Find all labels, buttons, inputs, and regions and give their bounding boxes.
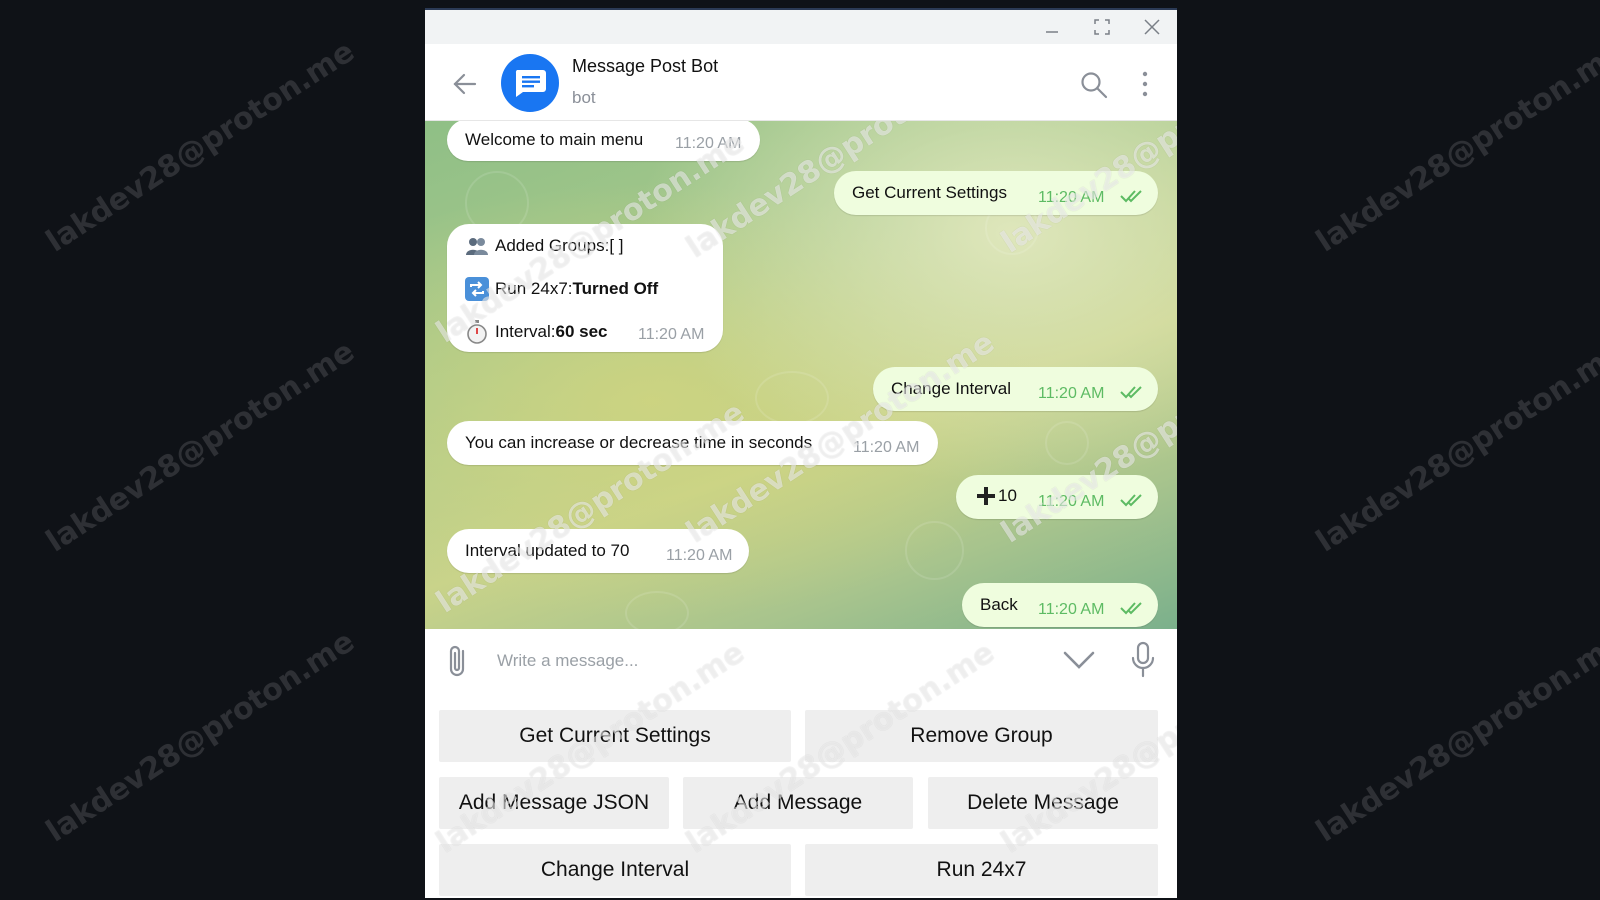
watermark-text: lakdev28@proton.me [1310, 34, 1600, 260]
settings-message[interactable]: Added Groups: [ ] Run 24x7: Turned Off I… [447, 224, 723, 352]
message-bubble-icon [515, 70, 546, 97]
interval-label: Interval: [495, 322, 556, 341]
read-double-check-icon [1120, 190, 1142, 203]
chevron-down-icon[interactable] [1062, 647, 1096, 673]
message-time: 11:20 AM [1038, 189, 1105, 206]
interval-row: Interval: 60 sec [465, 320, 607, 344]
window-titlebar [425, 10, 1177, 44]
message-text: Welcome to main menu [465, 130, 644, 149]
message-composer [425, 629, 1177, 691]
message-text: You can increase or decrease time in sec… [465, 433, 813, 452]
key-get-current-settings[interactable]: Get Current Settings [439, 710, 791, 762]
people-icon [465, 234, 489, 258]
key-add-message[interactable]: Add Message [683, 777, 913, 829]
close-button[interactable] [1127, 10, 1177, 44]
interval-value: 60 sec [555, 322, 608, 341]
background-doodle [625, 591, 689, 629]
outgoing-message[interactable]: 10 11:20 AM [956, 475, 1158, 519]
message-text: Change Interval [891, 379, 1012, 398]
message-text: Back [980, 595, 1018, 614]
back-arrow-icon[interactable] [449, 68, 481, 100]
run-24x7-label: Run 24x7: [495, 279, 573, 298]
chat-history[interactable]: Welcome to main menu 11:20 AM Get Curren… [425, 121, 1177, 629]
outgoing-message[interactable]: Back 11:20 AM [962, 583, 1158, 627]
added-groups-value: [ ] [609, 236, 624, 255]
maximize-button[interactable] [1077, 10, 1127, 44]
key-run-24x7[interactable]: Run 24x7 [805, 844, 1158, 896]
message-time: 11:20 AM [1038, 601, 1105, 618]
message-text-row: 10 [976, 486, 1017, 506]
watermark-text: lakdev28@proton.me [1310, 334, 1600, 560]
run-24x7-row: Run 24x7: Turned Off [465, 277, 658, 301]
watermark-text: lakdev28@proton.me [40, 624, 361, 850]
message-time: 11:20 AM [1038, 385, 1105, 402]
message-text: 10 [998, 486, 1017, 505]
key-delete-message[interactable]: Delete Message [928, 777, 1158, 829]
search-icon[interactable] [1079, 70, 1109, 100]
telegram-window: Message Post Bot bot Welcome to main men… [425, 8, 1177, 898]
stopwatch-icon [465, 320, 489, 344]
background-doodle [755, 371, 829, 425]
background-doodle [1045, 421, 1089, 465]
microphone-icon[interactable] [1130, 641, 1156, 679]
background-doodle [905, 521, 964, 580]
chat-status: bot [572, 88, 596, 107]
key-change-interval[interactable]: Change Interval [439, 844, 791, 896]
repeat-icon [465, 277, 489, 301]
bot-avatar[interactable] [501, 54, 559, 112]
message-input[interactable] [495, 641, 1039, 681]
read-double-check-icon [1120, 494, 1142, 507]
run-24x7-value: Turned Off [572, 279, 659, 298]
outgoing-message[interactable]: Change Interval 11:20 AM [873, 367, 1158, 411]
watermark-text: lakdev28@proton.me [40, 34, 361, 260]
incoming-message[interactable]: You can increase or decrease time in sec… [447, 421, 938, 465]
minimize-button[interactable] [1027, 10, 1077, 44]
maximize-icon [1094, 19, 1110, 35]
message-time: 11:20 AM [853, 439, 920, 456]
watermark-text: lakdev28@proton.me [40, 334, 361, 560]
added-groups-label: Added Groups: [495, 236, 610, 255]
read-double-check-icon [1120, 602, 1142, 615]
paperclip-icon[interactable] [443, 643, 475, 679]
message-time: 11:20 AM [666, 547, 733, 564]
outgoing-message[interactable]: Get Current Settings 11:20 AM [834, 171, 1158, 215]
key-remove-group[interactable]: Remove Group [805, 710, 1158, 762]
message-text: Interval updated to 70 [465, 541, 630, 560]
plus-icon [977, 487, 995, 505]
message-time: 11:20 AM [638, 326, 705, 343]
key-add-message-json[interactable]: Add Message JSON [439, 777, 669, 829]
message-time: 11:20 AM [1038, 493, 1105, 510]
bot-reply-keyboard: Get Current Settings Remove Group Add Me… [425, 635, 1177, 898]
more-vertical-icon[interactable] [1137, 68, 1153, 100]
chat-title[interactable]: Message Post Bot [572, 56, 718, 77]
incoming-message[interactable]: Interval updated to 70 11:20 AM [447, 529, 749, 573]
added-groups-row: Added Groups: [ ] [465, 234, 624, 258]
watermark-text: lakdev28@proton.me [1310, 624, 1600, 850]
chat-header: Message Post Bot bot [425, 44, 1177, 121]
close-icon [1144, 19, 1160, 35]
message-text: Get Current Settings [852, 183, 1007, 202]
read-double-check-icon [1120, 386, 1142, 399]
incoming-message[interactable]: Welcome to main menu 11:20 AM [447, 121, 760, 161]
message-time: 11:20 AM [675, 135, 742, 152]
minimize-icon [1046, 31, 1058, 33]
